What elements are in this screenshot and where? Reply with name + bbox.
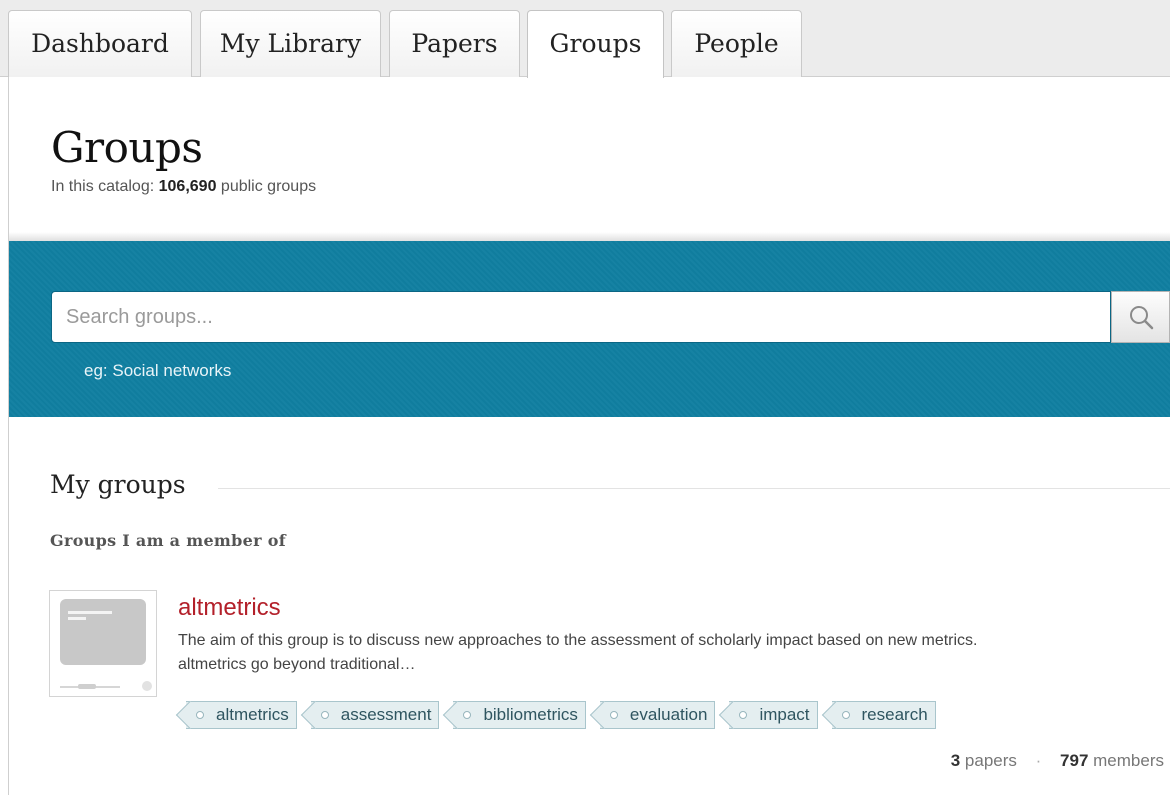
group-description: The aim of this group is to discuss new … bbox=[178, 632, 978, 673]
page-header: Groups In this catalog: 106,690 public g… bbox=[9, 78, 1170, 236]
tag-label: bibliometrics bbox=[483, 705, 578, 724]
tag-label: assessment bbox=[340, 705, 432, 724]
thumbnail-dot bbox=[142, 681, 152, 691]
tab-papers[interactable]: Papers bbox=[389, 10, 520, 77]
tab-people[interactable]: People bbox=[671, 10, 802, 77]
thumbnail-screen bbox=[60, 599, 146, 665]
group-stats: 3 papers · 797 members bbox=[951, 751, 1164, 771]
tag-label: evaluation bbox=[629, 705, 708, 724]
tag[interactable]: altmetrics bbox=[186, 701, 297, 729]
top-nav-tabs: Dashboard My Library Papers Groups Peopl… bbox=[0, 0, 1170, 78]
tag[interactable]: evaluation bbox=[599, 701, 716, 729]
tag-hole-icon bbox=[841, 711, 850, 719]
search-band: eg: Social networks bbox=[9, 241, 1170, 417]
tag[interactable]: bibliometrics bbox=[453, 701, 586, 729]
stats-separator: · bbox=[1035, 751, 1042, 770]
tag-label: impact bbox=[759, 705, 810, 724]
search-hint: eg: Social networks bbox=[84, 361, 232, 380]
group-tags: altmetrics assessment bibliometrics eval… bbox=[180, 701, 936, 729]
members-label: members bbox=[1093, 751, 1164, 770]
tab-groups[interactable]: Groups bbox=[527, 10, 664, 78]
group-thumbnail[interactable] bbox=[49, 590, 157, 697]
catalog-prefix: In this catalog: bbox=[51, 178, 155, 195]
section-title-my-groups: My groups bbox=[50, 470, 186, 499]
thumbnail-knob bbox=[78, 684, 96, 689]
tag[interactable]: assessment bbox=[310, 701, 440, 729]
papers-count: 3 bbox=[950, 751, 961, 770]
tag-hole-icon bbox=[463, 711, 472, 719]
section-divider bbox=[218, 488, 1170, 489]
papers-label: papers bbox=[964, 751, 1017, 770]
tag-label: altmetrics bbox=[216, 705, 289, 724]
tag-hole-icon bbox=[196, 711, 204, 719]
tab-my-library[interactable]: My Library bbox=[200, 10, 381, 77]
thumbnail-line bbox=[68, 611, 112, 614]
tag-label: research bbox=[861, 705, 928, 724]
subsection-title: Groups I am a member of bbox=[50, 531, 286, 550]
tag-hole-icon bbox=[609, 711, 618, 719]
page-title: Groups bbox=[51, 123, 203, 172]
members-count: 797 bbox=[1060, 751, 1089, 770]
search-button[interactable] bbox=[1111, 291, 1170, 343]
tag[interactable]: impact bbox=[729, 701, 818, 729]
tag-hole-icon bbox=[320, 711, 329, 719]
catalog-suffix: public groups bbox=[220, 178, 317, 195]
tag-hole-icon bbox=[739, 711, 748, 719]
search-input[interactable] bbox=[51, 291, 1111, 343]
catalog-count: 106,690 bbox=[158, 178, 217, 195]
tag[interactable]: research bbox=[831, 701, 936, 729]
search-icon bbox=[1129, 306, 1153, 330]
thumbnail-line bbox=[68, 617, 86, 620]
tab-dashboard[interactable]: Dashboard bbox=[8, 10, 192, 77]
catalog-summary: In this catalog: 106,690 public groups bbox=[51, 178, 316, 196]
group-name-link[interactable]: altmetrics bbox=[178, 594, 281, 622]
